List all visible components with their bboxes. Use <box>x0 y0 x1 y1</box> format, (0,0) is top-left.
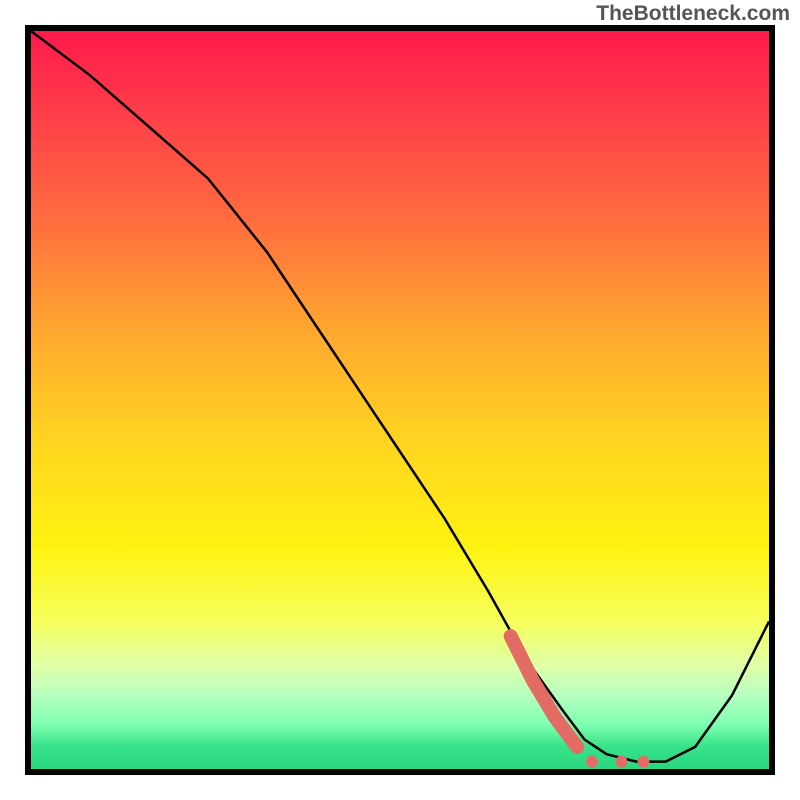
bottleneck-curve-path <box>31 31 769 762</box>
optimal-zone-path <box>511 636 577 747</box>
bottleneck-chart <box>31 31 769 769</box>
optimal-zone-dot <box>586 756 598 768</box>
optimal-zone-dot <box>638 756 650 768</box>
optimal-zone-dot <box>570 740 584 754</box>
optimal-zone-dot <box>615 756 627 768</box>
chart-frame <box>25 25 775 775</box>
watermark-text: TheBottleneck.com <box>596 2 790 26</box>
